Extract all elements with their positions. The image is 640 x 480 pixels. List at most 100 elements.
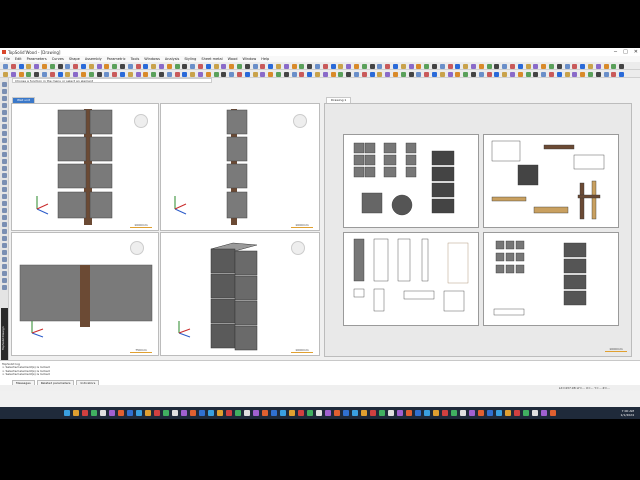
- menu-item[interactable]: Window: [242, 57, 256, 61]
- toolbar-button-icon[interactable]: [104, 71, 110, 77]
- toolbar-button-icon[interactable]: [182, 63, 188, 69]
- toolbar-button-icon[interactable]: [572, 71, 578, 77]
- toolbar-button-icon[interactable]: [494, 63, 500, 69]
- toolbar-button-icon[interactable]: [330, 71, 336, 77]
- taskbar-app-icon[interactable]: [226, 410, 232, 416]
- toolbar-button-icon[interactable]: [549, 63, 554, 69]
- taskbar-app-icon[interactable]: [397, 410, 403, 416]
- toolbar-button-icon[interactable]: [564, 71, 570, 77]
- toolbar-button-icon[interactable]: [18, 63, 24, 69]
- view-cube-icon[interactable]: [134, 114, 148, 128]
- toolbar-button-icon[interactable]: [283, 71, 289, 77]
- toolbar-button-icon[interactable]: [151, 71, 157, 77]
- toolbar-button-icon[interactable]: [361, 71, 367, 77]
- taskbar-app-icon[interactable]: [550, 410, 556, 416]
- toolbar-button-icon[interactable]: [307, 71, 313, 77]
- view-cube-icon[interactable]: [130, 241, 144, 255]
- toolbar-button-icon[interactable]: [81, 63, 86, 69]
- viewport-top[interactable]: 750mm: [11, 232, 159, 356]
- menu-item[interactable]: Assembly: [85, 57, 102, 61]
- toolbar-button-icon[interactable]: [221, 71, 227, 77]
- toolbar-button-icon[interactable]: [174, 71, 180, 77]
- taskbar-app-icon[interactable]: [532, 410, 538, 416]
- toolbar-button-icon[interactable]: [478, 63, 484, 69]
- toolbar-button-icon[interactable]: [572, 63, 578, 69]
- toolbar-button-icon[interactable]: [393, 63, 398, 69]
- menu-item[interactable]: Shape: [69, 57, 80, 61]
- taskbar-app-icon[interactable]: [244, 410, 250, 416]
- toolbar-button-icon[interactable]: [588, 63, 593, 69]
- toolbar-button-icon[interactable]: [486, 71, 492, 77]
- left-tool-icon[interactable]: [2, 215, 7, 220]
- toolbar-button-icon[interactable]: [424, 71, 430, 77]
- toolbar-button-icon[interactable]: [603, 71, 609, 77]
- menu-item[interactable]: Analysis: [165, 57, 179, 61]
- taskbar-app-icon[interactable]: [334, 410, 340, 416]
- menu-item[interactable]: Styling: [184, 57, 196, 61]
- taskbar-app-icon[interactable]: [262, 410, 268, 416]
- toolbar-button-icon[interactable]: [252, 71, 258, 77]
- viewport-front[interactable]: 1000mm: [11, 103, 159, 231]
- toolbar-button-icon[interactable]: [213, 63, 219, 69]
- taskbar-app-icon[interactable]: [415, 410, 421, 416]
- toolbar-button-icon[interactable]: [510, 63, 515, 69]
- toolbar-button-icon[interactable]: [120, 63, 125, 69]
- taskbar-app-icon[interactable]: [235, 410, 241, 416]
- toolbar-button-icon[interactable]: [471, 71, 476, 77]
- toolbar-button-icon[interactable]: [330, 63, 336, 69]
- toolbar-button-icon[interactable]: [354, 63, 359, 69]
- toolbar-button-icon[interactable]: [338, 71, 344, 77]
- taskbar-app-icon[interactable]: [307, 410, 313, 416]
- taskbar-app-icon[interactable]: [451, 410, 457, 416]
- taskbar-app-icon[interactable]: [64, 410, 70, 416]
- toolbar-button-icon[interactable]: [439, 63, 445, 69]
- toolbar-button-icon[interactable]: [159, 71, 164, 77]
- taskbar-app-icon[interactable]: [505, 410, 511, 416]
- taskbar-app-icon[interactable]: [109, 410, 115, 416]
- toolbar-button-icon[interactable]: [619, 71, 625, 77]
- toolbar-button-icon[interactable]: [533, 71, 539, 77]
- taskbar-app-icon[interactable]: [163, 410, 169, 416]
- toolbar-button-icon[interactable]: [198, 71, 203, 77]
- menu-item[interactable]: Tools: [131, 57, 140, 61]
- drawing-sheet-1[interactable]: [343, 134, 479, 228]
- taskbar-app-icon[interactable]: [181, 410, 187, 416]
- taskbar-app-icon[interactable]: [154, 410, 160, 416]
- toolbar-button-icon[interactable]: [556, 63, 562, 69]
- drawing-area[interactable]: 1000mm: [324, 103, 632, 357]
- toolbar-button-icon[interactable]: [455, 63, 461, 69]
- toolbar-button-icon[interactable]: [88, 71, 94, 77]
- toolbar-button-icon[interactable]: [408, 71, 414, 77]
- menu-item[interactable]: Curves: [52, 57, 64, 61]
- taskbar-app-icon[interactable]: [325, 410, 331, 416]
- taskbar-app-icon[interactable]: [271, 410, 277, 416]
- left-tool-icon[interactable]: [2, 194, 7, 199]
- toolbar-button-icon[interactable]: [73, 71, 79, 77]
- taskbar-app-icon[interactable]: [487, 410, 493, 416]
- toolbar-button-icon[interactable]: [486, 63, 492, 69]
- toolbar-button-icon[interactable]: [34, 71, 40, 77]
- drawing-sheet-4[interactable]: [483, 232, 619, 326]
- toolbar-button-icon[interactable]: [588, 71, 593, 77]
- toolbar-button-icon[interactable]: [307, 63, 313, 69]
- toolbar-button-icon[interactable]: [541, 63, 547, 69]
- toolbar-button-icon[interactable]: [463, 71, 469, 77]
- menu-item[interactable]: File: [4, 57, 10, 61]
- left-tool-icon[interactable]: [2, 278, 7, 283]
- toolbar-button-icon[interactable]: [127, 71, 133, 77]
- taskbar-app-icon[interactable]: [370, 410, 376, 416]
- toolbar-button-icon[interactable]: [252, 63, 258, 69]
- taskbar-app-icon[interactable]: [208, 410, 214, 416]
- viewport-3d[interactable]: 1000mm: [160, 232, 320, 356]
- left-tool-icon[interactable]: [2, 145, 7, 150]
- toolbar-button-icon[interactable]: [322, 71, 328, 77]
- toolbar-button-icon[interactable]: [385, 71, 391, 77]
- left-tool-icon[interactable]: [2, 229, 7, 234]
- toolbar-button-icon[interactable]: [166, 63, 172, 69]
- toolbar-button-icon[interactable]: [447, 63, 453, 69]
- taskbar-app-icon[interactable]: [433, 410, 439, 416]
- taskbar-app-icon[interactable]: [388, 410, 394, 416]
- toolbar-button-icon[interactable]: [268, 63, 274, 69]
- taskbar-app-icon[interactable]: [127, 410, 133, 416]
- toolbar-button-icon[interactable]: [315, 63, 320, 69]
